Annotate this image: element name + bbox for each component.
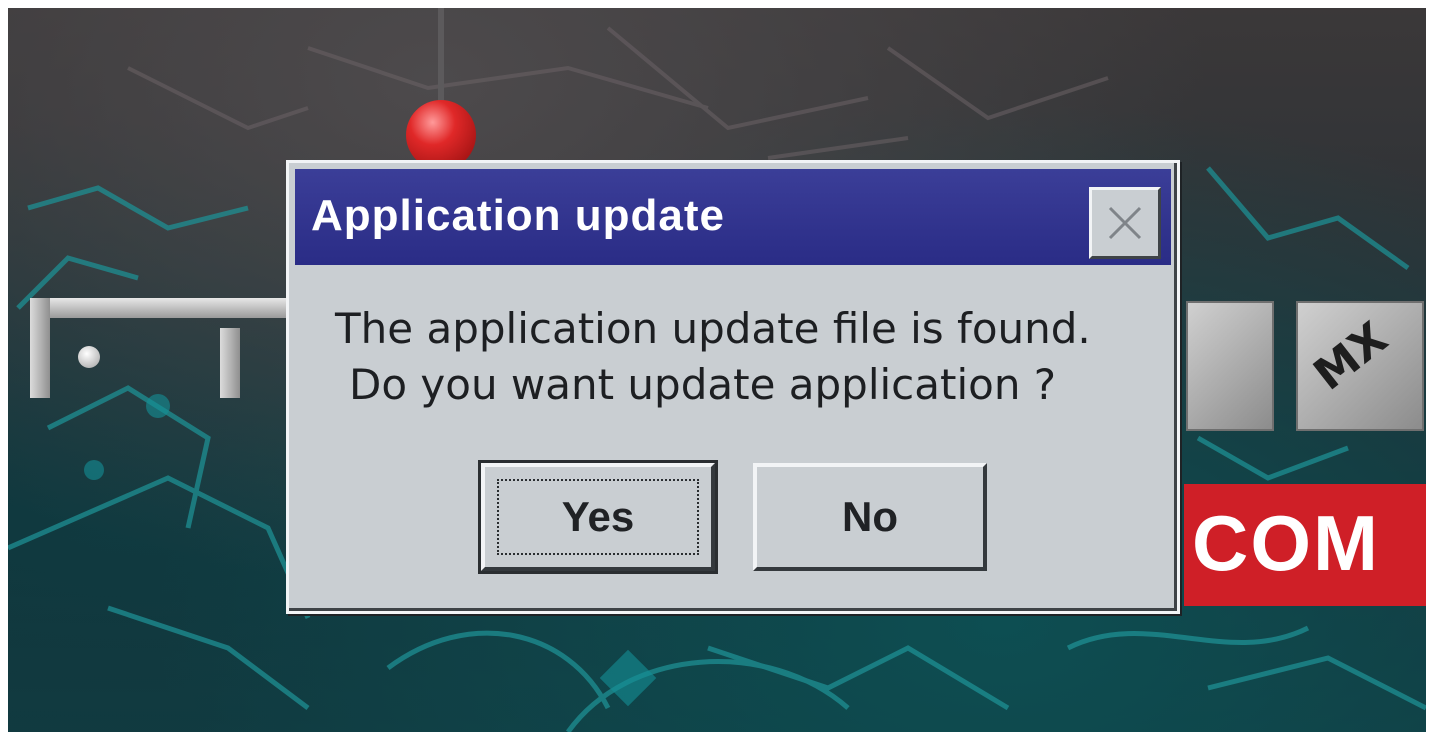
dialog-title: Application update — [311, 191, 725, 240]
message-line-1: The application update file is found. — [335, 304, 1091, 353]
focus-indicator — [497, 479, 699, 555]
hud-bar — [30, 298, 290, 318]
yes-button[interactable]: Yes — [478, 460, 718, 574]
dialog-message: The application update file is found. Do… — [335, 301, 1135, 413]
hud-frame-left — [30, 298, 290, 398]
no-button-label: No — [842, 493, 898, 540]
banner-text: COM — [1192, 499, 1380, 587]
red-banner: COM — [1184, 484, 1426, 606]
mx-logo: MX — [1304, 312, 1398, 401]
hud-dot-icon — [78, 346, 100, 368]
no-button[interactable]: No — [753, 463, 987, 571]
dialog-titlebar: Application update — [295, 169, 1171, 265]
message-line-2: Do you want update application ? — [349, 360, 1057, 409]
hud-leg-right — [220, 328, 240, 398]
close-button[interactable] — [1089, 187, 1161, 259]
close-icon — [1108, 206, 1142, 240]
pin-stem — [438, 8, 444, 104]
hud-leg-left — [30, 298, 50, 398]
hud-tile-corner — [1186, 301, 1274, 431]
update-dialog: Application update The application updat… — [286, 160, 1180, 614]
hud-tile-mx: MX — [1296, 301, 1424, 431]
